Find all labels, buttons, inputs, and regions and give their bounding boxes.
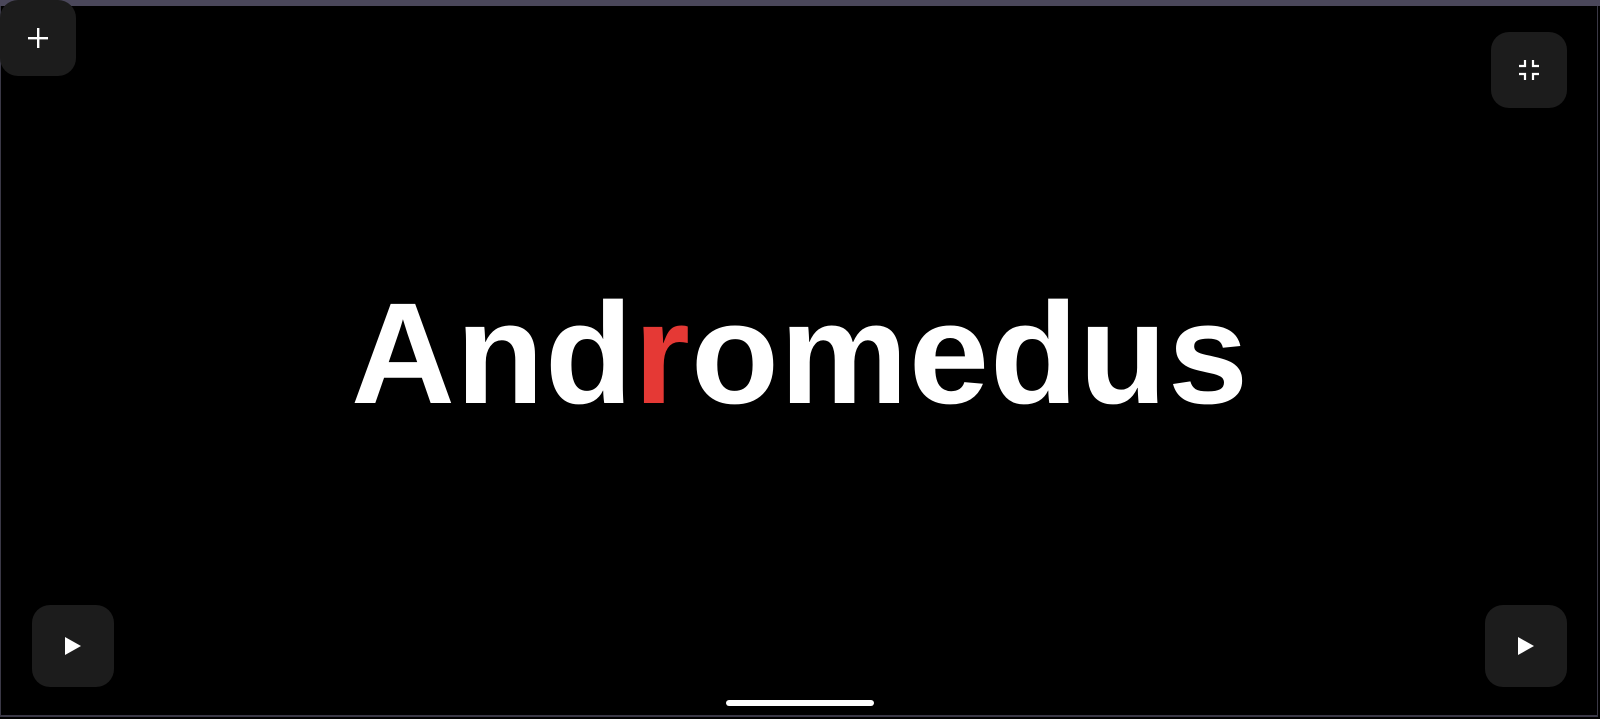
plus-icon [28,28,48,48]
play-icon [65,637,81,655]
add-button[interactable] [0,0,76,76]
play-button-left[interactable] [32,605,114,687]
fullscreen-exit-icon [1519,60,1539,80]
app-title-part-2: omedus [690,273,1250,434]
app-title-accent: r [633,273,691,434]
play-icon [1518,637,1534,655]
exit-fullscreen-button[interactable] [1491,32,1567,108]
app-title: Andromedus [0,282,1600,426]
home-indicator[interactable] [726,700,874,706]
play-button-right[interactable] [1485,605,1567,687]
app-title-part-1: And [350,273,634,434]
